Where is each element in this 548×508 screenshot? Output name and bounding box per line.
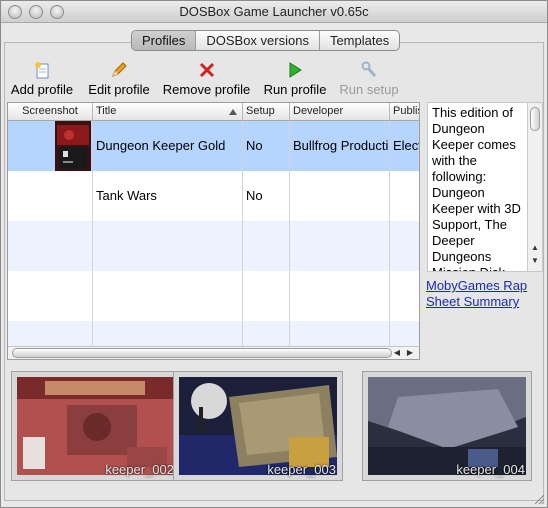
row-publisher [390,171,419,221]
row-developer: Bullfrog Productio [293,138,390,153]
column-divider [289,121,290,347]
app-window: DOSBox Game Launcher v0.65c Profiles DOS… [0,0,548,508]
play-icon [286,61,304,79]
column-divider [389,121,390,347]
screenshot-thumbnail[interactable]: keeper_002 [11,371,181,481]
window-title: DOSBox Game Launcher v0.65c [179,4,369,19]
vertical-scrollbar[interactable]: ▲ ▼ [527,103,542,271]
mobygames-link[interactable]: MobyGames Rap Sheet Summary [426,278,544,310]
game-description: This edition of Dungeon Keeper comes wit… [432,105,521,271]
empty-table-row [8,271,419,321]
wrench-icon [360,61,378,79]
screenshot-image [368,377,526,475]
scroll-right-arrow-icon[interactable]: ▶ [404,348,416,357]
scroll-down-arrow-icon[interactable]: ▼ [528,256,542,265]
add-profile-button[interactable]: Add profile [6,61,78,99]
sort-ascending-icon [229,109,237,115]
remove-profile-label: Remove profile [162,82,251,97]
column-divider [242,121,243,347]
add-profile-icon [33,61,51,79]
column-header-title[interactable]: Title [93,103,243,121]
table-row[interactable]: Tank Wars No [8,171,419,221]
scroll-left-arrow-icon[interactable]: ◀ [391,348,403,357]
tab-bar: Profiles DOSBox versions Templates [131,30,401,51]
screenshot-label: keeper_002 [105,462,174,477]
table-row[interactable]: Dungeon Keeper Gold No Bullfrog Producti… [8,121,419,171]
row-setup: No [246,188,263,203]
tab-profiles[interactable]: Profiles [132,31,197,50]
column-header-setup[interactable]: Setup [243,103,290,121]
pencil-icon [110,61,128,79]
column-header-title-label: Title [96,105,117,117]
profiles-table: Screenshot Title Setup Developer Publis [7,102,420,360]
screenshot-thumbnail[interactable]: keeper_004 [362,371,532,481]
column-header-developer[interactable]: Developer [290,103,390,121]
add-profile-label: Add profile [10,82,74,97]
screenshot-image [17,377,175,475]
description-panel: This edition of Dungeon Keeper comes wit… [427,102,543,272]
remove-x-icon [198,61,216,79]
column-divider [92,121,93,347]
horizontal-scrollbar[interactable]: ◀ ▶ [8,346,419,359]
game-thumbnail [55,121,91,171]
run-setup-button[interactable]: Run setup [336,61,402,99]
screenshot-strip: keeper_002 keeper_003 keeper_004 [7,367,541,487]
title-bar: DOSBox Game Launcher v0.65c [1,1,547,23]
column-header-screenshot[interactable]: Screenshot [8,103,93,121]
screenshot-label: keeper_003 [267,462,336,477]
table-header: Screenshot Title Setup Developer Publis [8,103,419,121]
screenshot-label: keeper_004 [456,462,525,477]
column-header-publisher[interactable]: Publis [390,103,419,121]
run-profile-button[interactable]: Run profile [260,61,330,99]
tab-templates[interactable]: Templates [320,31,399,50]
row-developer [290,171,390,221]
screenshot-image [179,377,337,475]
scroll-up-arrow-icon[interactable]: ▲ [528,243,542,252]
row-setup: No [246,138,263,153]
vertical-scroll-thumb[interactable] [530,107,540,131]
edit-profile-label: Edit profile [88,82,150,97]
row-title: Dungeon Keeper Gold [96,138,226,153]
run-profile-label: Run profile [263,82,327,97]
tab-dosbox-versions[interactable]: DOSBox versions [196,31,320,50]
edit-profile-button[interactable]: Edit profile [84,61,154,99]
run-setup-label: Run setup [339,82,399,97]
remove-profile-button[interactable]: Remove profile [159,61,254,99]
resize-grip-icon[interactable] [533,493,545,505]
row-publisher: Elect [393,138,420,153]
row-title: Tank Wars [96,188,157,203]
screenshot-thumbnail[interactable]: keeper_003 [173,371,343,481]
horizontal-scroll-thumb[interactable] [12,348,392,358]
empty-table-row [8,221,419,271]
